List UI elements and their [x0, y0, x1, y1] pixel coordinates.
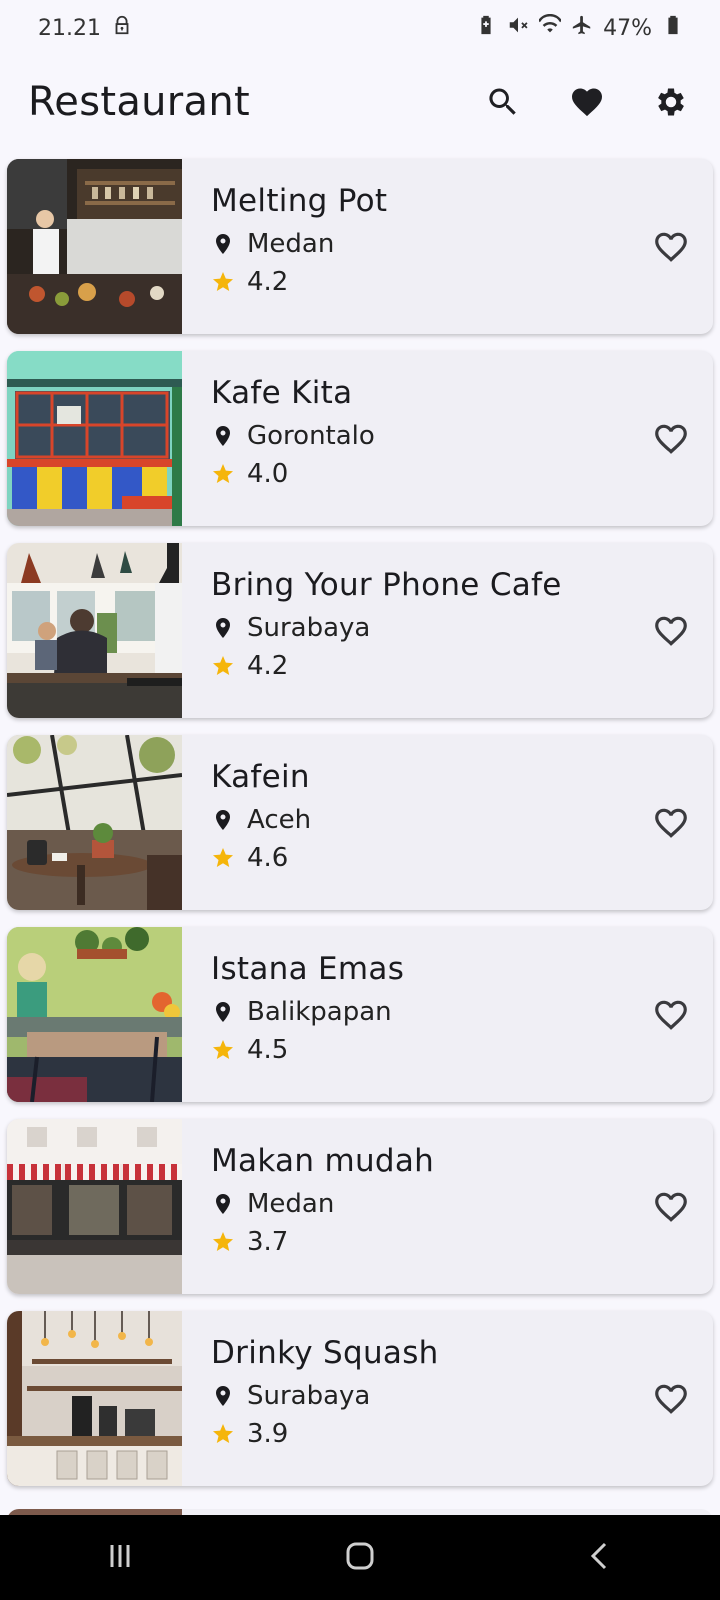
restaurant-image: [7, 1119, 182, 1294]
settings-icon: [658, 88, 684, 116]
restaurant-card[interactable]: Melting Pot Medan 4.2: [7, 159, 713, 334]
search-button[interactable]: [470, 69, 536, 135]
restaurant-city: Balikpapan: [247, 997, 392, 1027]
favorite-toggle-button[interactable]: [641, 601, 701, 661]
location-icon: [216, 1386, 230, 1406]
star-icon: [213, 1424, 233, 1443]
restaurant-name: Kafein: [211, 759, 310, 795]
favorite-toggle-button[interactable]: [641, 1177, 701, 1237]
restaurant-image: [7, 351, 182, 526]
status-bar: 21.21 47%: [0, 0, 720, 56]
restaurant-city: Gorontalo: [247, 421, 375, 451]
heart-outline-icon: [655, 808, 687, 838]
restaurant-rating: 4.0: [247, 459, 289, 489]
restaurant-city: Surabaya: [247, 613, 371, 643]
location-icon: [216, 234, 230, 254]
favorite-icon: [572, 88, 602, 117]
recents-icon: [110, 1544, 130, 1567]
status-time: 21.21: [38, 15, 101, 41]
restaurant-card[interactable]: Kafein Aceh 4.6: [7, 735, 713, 910]
star-icon: [213, 848, 233, 867]
app-bar: Restaurant: [0, 64, 720, 140]
restaurant-name: Makan mudah: [211, 1143, 435, 1179]
page-title: Restaurant: [28, 79, 250, 125]
heart-outline-icon: [655, 424, 687, 454]
location-icon: [216, 1194, 230, 1214]
location-icon: [216, 426, 230, 446]
restaurant-rating: 3.7: [247, 1227, 289, 1257]
recents-button[interactable]: [100, 1536, 140, 1580]
search-icon: [489, 88, 516, 115]
heart-outline-icon: [655, 232, 687, 262]
battery-icon: [662, 14, 684, 42]
heart-outline-icon: [655, 1384, 687, 1414]
location-icon: [216, 810, 230, 830]
restaurant-image: [7, 1311, 182, 1486]
restaurant-name: Melting Pot: [211, 183, 388, 219]
restaurant-city: Aceh: [247, 805, 312, 835]
restaurant-name: Bring Your Phone Cafe: [211, 567, 562, 603]
settings-button[interactable]: [638, 69, 704, 135]
battery-percent: 47%: [603, 15, 652, 41]
favorite-toggle-button[interactable]: [641, 1369, 701, 1429]
wifi-icon: [538, 13, 563, 42]
airplane-icon: [571, 14, 593, 42]
restaurant-name: Istana Emas: [211, 951, 405, 987]
heart-outline-icon: [655, 1192, 687, 1222]
restaurant-rating: 4.2: [247, 651, 289, 681]
restaurant-rating: 4.5: [247, 1035, 289, 1065]
star-icon: [213, 272, 233, 291]
restaurant-image: [7, 927, 182, 1102]
favorite-toggle-button[interactable]: [641, 793, 701, 853]
restaurant-rating: 4.2: [247, 267, 289, 297]
back-button[interactable]: [580, 1536, 620, 1580]
restaurant-card[interactable]: Kafe Kita Gorontalo 4.0: [7, 351, 713, 526]
restaurant-card[interactable]: Makan mudah Medan 3.7: [7, 1119, 713, 1294]
restaurant-rating: 3.9: [247, 1419, 289, 1449]
restaurant-image: [7, 735, 182, 910]
heart-outline-icon: [655, 1000, 687, 1030]
battery-saver-icon: [475, 14, 497, 42]
lock-icon: [111, 14, 133, 42]
star-icon: [213, 1040, 233, 1059]
restaurant-city: Medan: [247, 1189, 335, 1219]
system-navigation-bar: [0, 1515, 720, 1600]
restaurant-rating: 4.6: [247, 843, 289, 873]
restaurant-city: Surabaya: [247, 1381, 371, 1411]
star-icon: [213, 1232, 233, 1251]
restaurant-name: Kafe Kita: [211, 375, 353, 411]
home-icon: [346, 1542, 374, 1569]
restaurant-card[interactable]: Istana Emas Balikpapan 4.5: [7, 927, 713, 1102]
back-icon: [590, 1542, 607, 1569]
restaurant-city: Medan: [247, 229, 335, 259]
star-icon: [213, 656, 233, 675]
restaurant-image: [7, 543, 182, 718]
restaurant-image: [7, 159, 182, 334]
restaurant-list: Melting Pot Medan 4.2 Kafe Kita Gorontal…: [7, 159, 713, 1503]
heart-outline-icon: [655, 616, 687, 646]
mute-icon: [507, 14, 529, 42]
home-button[interactable]: [340, 1536, 380, 1580]
restaurant-card[interactable]: Bring Your Phone Cafe Surabaya 4.2: [7, 543, 713, 718]
location-icon: [216, 1002, 230, 1022]
favorites-button[interactable]: [554, 69, 620, 135]
favorite-toggle-button[interactable]: [641, 409, 701, 469]
star-icon: [213, 464, 233, 483]
location-icon: [216, 618, 230, 638]
restaurant-card[interactable]: Drinky Squash Surabaya 3.9: [7, 1311, 713, 1486]
favorite-toggle-button[interactable]: [641, 985, 701, 1045]
favorite-toggle-button[interactable]: [641, 217, 701, 277]
restaurant-name: Drinky Squash: [211, 1335, 439, 1371]
